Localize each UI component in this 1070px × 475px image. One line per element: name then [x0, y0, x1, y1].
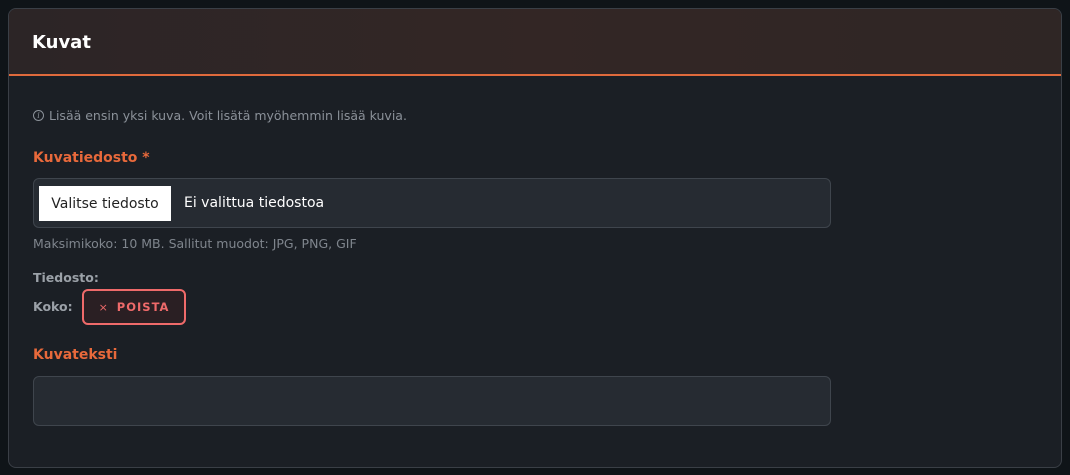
caption-field-label: Kuvateksti: [33, 347, 118, 363]
file-size-label: Koko:: [33, 299, 73, 314]
file-status-text: Ei valittua tiedostoa: [184, 195, 325, 211]
info-text: Lisää ensin yksi kuva. Voit lisätä myöhe…: [49, 108, 407, 123]
file-input[interactable]: Valitse tiedosto Ei valittua tiedostoa: [33, 178, 831, 228]
info-message: i Lisää ensin yksi kuva. Voit lisätä myö…: [33, 108, 407, 123]
images-card: Kuvat i Lisää ensin yksi kuva. Voit lisä…: [8, 8, 1062, 468]
file-name-label: Tiedosto:: [33, 270, 99, 285]
remove-button-label: POISTA: [116, 300, 170, 314]
info-icon: i: [33, 110, 44, 121]
card-title: Kuvat: [32, 32, 91, 53]
close-icon: ×: [98, 300, 109, 314]
card-header: Kuvat: [9, 9, 1061, 76]
file-hint: Maksimikoko: 10 MB. Sallitut muodot: JPG…: [33, 236, 357, 251]
choose-file-button[interactable]: Valitse tiedosto: [39, 186, 171, 221]
file-field-label: Kuvatiedosto *: [33, 150, 150, 166]
remove-button[interactable]: × POISTA: [82, 289, 186, 325]
caption-input[interactable]: [33, 376, 831, 426]
